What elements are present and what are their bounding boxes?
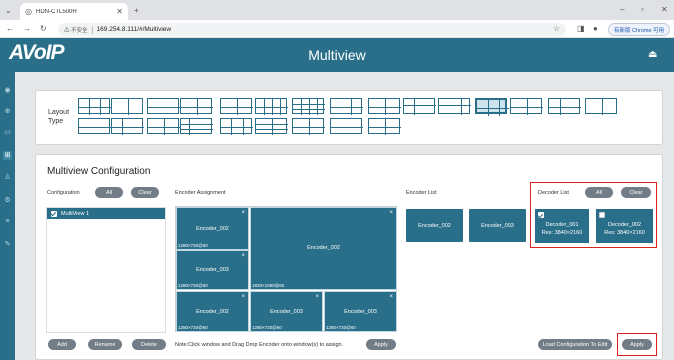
update-chrome-button[interactable]: 有新版 Chrome 可用 xyxy=(608,23,670,36)
decoder-item[interactable]: Decoder_001 Res: 3840×2160 xyxy=(535,209,589,243)
decoder-checkbox[interactable] xyxy=(599,212,605,218)
sidebar-sliders-icon[interactable]: ≡ xyxy=(3,217,12,226)
globe-icon: ◎ xyxy=(25,7,32,16)
close-window-icon[interactable]: ✕ xyxy=(661,5,668,14)
delete-button[interactable]: Delete xyxy=(132,339,166,350)
section-title: Multiview Configuration xyxy=(47,166,151,177)
sidebar-settings-icon[interactable]: ⚙ xyxy=(3,196,12,205)
sidebar-user-icon[interactable]: ♙ xyxy=(3,173,12,182)
assignment-apply-button[interactable]: Apply xyxy=(366,339,396,350)
layout-option[interactable] xyxy=(255,118,288,135)
layout-option[interactable] xyxy=(180,98,213,115)
sidebar-tools-icon[interactable]: ✎ xyxy=(3,240,12,249)
forward-arrow-icon[interactable]: → xyxy=(23,24,31,33)
window-3[interactable]: × Encoder_003 1280×720@60 xyxy=(176,250,249,290)
warning-icon: ⚠ xyxy=(64,27,72,34)
sidebar-multiview-icon[interactable]: ⊞ xyxy=(3,151,12,160)
layout-option[interactable] xyxy=(403,98,436,115)
sidebar: ◉ ⊕ ▭ ⊞ ♙ ⚙ ≡ ✎ xyxy=(0,72,15,360)
layout-option[interactable] xyxy=(292,98,325,115)
new-tab-button[interactable]: + xyxy=(134,6,139,15)
browser-tab[interactable]: ◎ HDN-CTL500H ✕ xyxy=(20,3,128,20)
encoder-item[interactable]: Encoder_003 xyxy=(469,209,526,242)
window-2[interactable]: × Encoder_002 1920×1080@60 xyxy=(250,207,397,290)
layout-option[interactable] xyxy=(510,98,543,115)
close-icon[interactable]: × xyxy=(241,210,245,216)
multiview-canvas[interactable]: × Encoder_002 1280×720@60 × Encoder_002 … xyxy=(175,206,397,332)
add-button[interactable]: Add xyxy=(48,339,76,350)
page-title: Multiview xyxy=(308,47,366,63)
layout-option[interactable] xyxy=(585,98,617,115)
apply-button[interactable]: Apply xyxy=(622,339,652,350)
layout-option[interactable] xyxy=(292,118,325,135)
layout-option[interactable] xyxy=(220,118,253,135)
close-icon[interactable]: ✕ xyxy=(116,7,123,16)
decoder-item[interactable]: Decoder_002 Res: 3840×2160 xyxy=(596,209,653,243)
layout-option[interactable] xyxy=(438,98,471,115)
layout-option[interactable] xyxy=(368,98,401,115)
close-icon[interactable]: × xyxy=(389,210,393,216)
sidepanel-icon[interactable]: ◨ xyxy=(577,24,585,33)
close-icon[interactable]: × xyxy=(241,294,245,300)
close-icon[interactable]: × xyxy=(315,294,319,300)
security-warning[interactable]: ⚠ 不安全 xyxy=(64,25,93,34)
back-arrow-icon[interactable]: ← xyxy=(6,24,14,33)
sidebar-video-wall-icon[interactable]: ▭ xyxy=(3,128,12,137)
configuration-label: Configuration xyxy=(47,190,80,196)
configuration-all-button[interactable]: All xyxy=(95,187,123,198)
load-configuration-button[interactable]: Load Configuration To Edit xyxy=(538,339,612,350)
rename-button[interactable]: Rename xyxy=(88,339,122,350)
sidebar-devices-icon[interactable]: ⊕ xyxy=(3,107,12,116)
layout-type-label: Layout Type xyxy=(48,109,70,125)
window-6[interactable]: × Encoder_003 1280×720@60 xyxy=(324,291,397,332)
layout-option[interactable] xyxy=(78,98,111,115)
minimize-icon[interactable]: – xyxy=(620,5,624,14)
layout-option[interactable] xyxy=(147,118,180,135)
url-input[interactable]: ⚠ 不安全 169.254.8.111/#/Multiview xyxy=(58,23,566,36)
chevron-down-icon[interactable]: ⌄ xyxy=(5,6,12,15)
checkbox[interactable] xyxy=(51,210,57,217)
url-text: 169.254.8.111/#/Multiview xyxy=(96,26,172,33)
layout-option[interactable] xyxy=(111,118,144,135)
reload-icon[interactable]: ↻ xyxy=(40,24,47,33)
window-4[interactable]: × Encoder_002 1280×720@60 xyxy=(176,291,249,332)
logout-icon[interactable]: ⏏ xyxy=(648,49,657,60)
layout-option[interactable] xyxy=(330,118,363,134)
close-icon[interactable]: × xyxy=(241,253,245,259)
sidebar-dashboard-icon[interactable]: ◉ xyxy=(3,86,12,95)
star-icon[interactable]: ☆ xyxy=(553,24,560,33)
maximize-icon[interactable]: ▫ xyxy=(641,5,644,14)
window-1[interactable]: × Encoder_002 1280×720@60 xyxy=(176,207,249,250)
layout-option[interactable] xyxy=(180,118,213,135)
layout-option[interactable] xyxy=(255,98,288,115)
configuration-clear-button[interactable]: Clear xyxy=(131,187,159,198)
encoder-list-label: Encoder List xyxy=(406,190,437,196)
profile-icon[interactable]: ● xyxy=(593,24,598,33)
decoder-all-button[interactable]: All xyxy=(585,187,613,198)
layout-option[interactable] xyxy=(330,98,363,115)
layout-option[interactable] xyxy=(475,98,509,116)
close-icon[interactable]: × xyxy=(389,294,393,300)
layout-option[interactable] xyxy=(548,98,581,115)
window-5[interactable]: × Encoder_003 1280×720@60 xyxy=(250,291,323,332)
tab-title: HDN-CTL500H xyxy=(35,8,77,15)
decoder-list-label: Decoder List xyxy=(538,190,569,196)
decoder-clear-button[interactable]: Clear xyxy=(621,187,651,198)
layout-option[interactable] xyxy=(78,118,111,134)
layout-option[interactable] xyxy=(368,118,401,135)
configuration-list xyxy=(46,207,166,333)
layout-option[interactable] xyxy=(111,98,143,115)
encoder-assignment-label: Encoder Assignment xyxy=(175,190,226,196)
list-item-multiview-1[interactable]: MultiView 1 xyxy=(47,208,165,219)
encoder-item[interactable]: Encoder_002 xyxy=(406,209,463,242)
assignment-note: Note:Click window and Drag Drop Encoder … xyxy=(175,342,344,348)
layout-option[interactable] xyxy=(220,98,253,115)
layout-option[interactable] xyxy=(147,98,180,114)
decoder-checkbox[interactable] xyxy=(538,212,544,218)
